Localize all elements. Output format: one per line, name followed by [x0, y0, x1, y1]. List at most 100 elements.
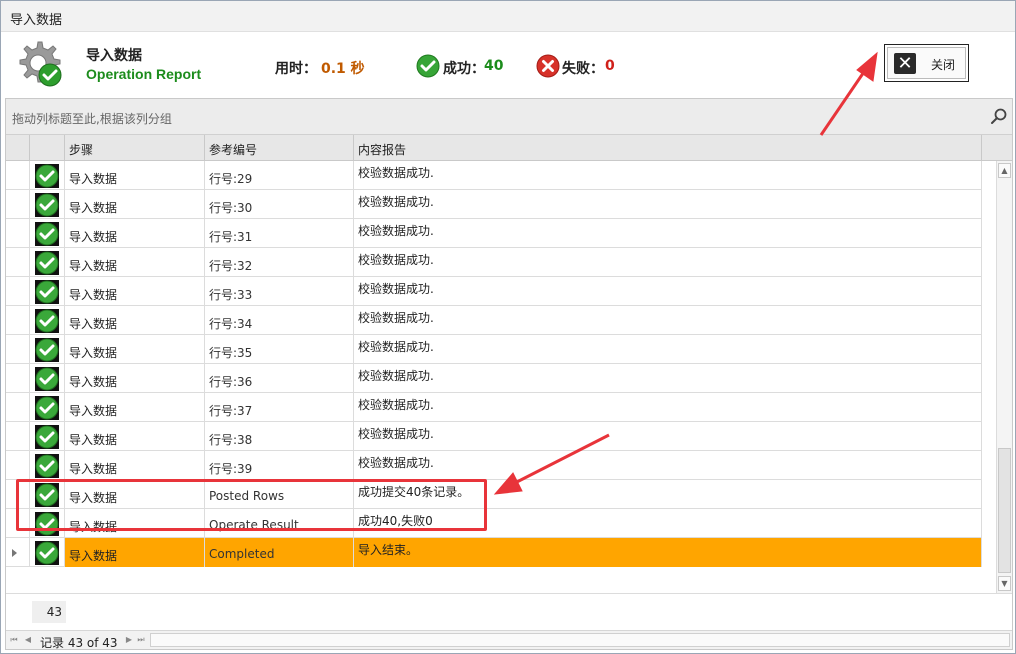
table-row[interactable]: 导入数据 行号:30 校验数据成功. [6, 190, 982, 219]
row-indicator-cell[interactable] [6, 335, 30, 364]
status-cell[interactable] [30, 248, 65, 277]
table-row[interactable]: 导入数据 行号:39 校验数据成功. [6, 451, 982, 480]
column-header-report[interactable]: 内容报告 [354, 135, 982, 161]
table-row[interactable]: 导入数据 行号:37 校验数据成功. [6, 393, 982, 422]
reference-cell[interactable]: Operate Result [205, 509, 354, 538]
header-status-cell[interactable] [30, 135, 65, 161]
reference-cell[interactable]: 行号:38 [205, 422, 354, 451]
row-indicator-cell[interactable] [6, 364, 30, 393]
step-cell[interactable]: 导入数据 [65, 422, 205, 451]
row-indicator-cell[interactable] [6, 480, 30, 509]
close-button[interactable]: ✕ 关闭 [884, 44, 969, 82]
status-cell[interactable] [30, 422, 65, 451]
status-cell[interactable] [30, 219, 65, 248]
scroll-thumb[interactable] [998, 448, 1011, 573]
report-cell[interactable]: 成功40,失败0 [354, 509, 982, 538]
row-indicator-cell[interactable] [6, 422, 30, 451]
step-cell[interactable]: 导入数据 [65, 480, 205, 509]
step-cell[interactable]: 导入数据 [65, 451, 205, 480]
step-cell[interactable]: 导入数据 [65, 190, 205, 219]
step-cell[interactable]: 导入数据 [65, 277, 205, 306]
report-cell[interactable]: 校验数据成功. [354, 393, 982, 422]
report-cell[interactable]: 校验数据成功. [354, 248, 982, 277]
row-indicator-cell[interactable] [6, 538, 30, 567]
table-row[interactable]: 导入数据 Completed 导入结束。 [6, 538, 982, 567]
table-row[interactable]: 导入数据 行号:32 校验数据成功. [6, 248, 982, 277]
row-indicator-cell[interactable] [6, 219, 30, 248]
row-indicator-cell[interactable] [6, 161, 30, 190]
report-cell[interactable]: 校验数据成功. [354, 364, 982, 393]
table-row[interactable]: 导入数据 行号:36 校验数据成功. [6, 364, 982, 393]
status-cell[interactable] [30, 364, 65, 393]
status-cell[interactable] [30, 538, 65, 567]
column-header-step[interactable]: 步骤 [65, 135, 205, 161]
report-cell[interactable]: 校验数据成功. [354, 451, 982, 480]
row-indicator-cell[interactable] [6, 190, 30, 219]
row-indicator-cell[interactable] [6, 451, 30, 480]
status-cell[interactable] [30, 451, 65, 480]
reference-cell[interactable]: 行号:30 [205, 190, 354, 219]
table-row[interactable]: 导入数据 行号:31 校验数据成功. [6, 219, 982, 248]
step-cell[interactable]: 导入数据 [65, 161, 205, 190]
step-cell[interactable]: 导入数据 [65, 219, 205, 248]
step-cell[interactable]: 导入数据 [65, 248, 205, 277]
status-cell[interactable] [30, 277, 65, 306]
step-cell[interactable]: 导入数据 [65, 335, 205, 364]
scroll-down-icon[interactable]: ▼ [998, 576, 1011, 591]
reference-cell[interactable]: 行号:39 [205, 451, 354, 480]
reference-cell[interactable]: Completed [205, 538, 354, 567]
reference-cell[interactable]: 行号:33 [205, 277, 354, 306]
reference-cell[interactable]: Posted Rows [205, 480, 354, 509]
report-cell[interactable]: 校验数据成功. [354, 306, 982, 335]
scroll-up-icon[interactable]: ▲ [998, 163, 1011, 178]
reference-cell[interactable]: 行号:36 [205, 364, 354, 393]
report-cell[interactable]: 校验数据成功. [354, 335, 982, 364]
status-cell[interactable] [30, 335, 65, 364]
status-cell[interactable] [30, 393, 65, 422]
last-record-icon[interactable]: ⏭ [136, 634, 146, 646]
vertical-scrollbar[interactable]: ▲ ▼ [996, 161, 1012, 593]
status-cell[interactable] [30, 190, 65, 219]
status-cell[interactable] [30, 306, 65, 335]
table-row[interactable]: 导入数据 行号:38 校验数据成功. [6, 422, 982, 451]
reference-cell[interactable]: 行号:29 [205, 161, 354, 190]
table-row[interactable]: 导入数据 行号:35 校验数据成功. [6, 335, 982, 364]
row-indicator-cell[interactable] [6, 248, 30, 277]
table-row[interactable]: 导入数据 Posted Rows 成功提交40条记录。 [6, 480, 982, 509]
reference-cell[interactable]: 行号:35 [205, 335, 354, 364]
step-cell[interactable]: 导入数据 [65, 306, 205, 335]
report-cell[interactable]: 校验数据成功. [354, 422, 982, 451]
report-cell[interactable]: 校验数据成功. [354, 190, 982, 219]
row-indicator-cell[interactable] [6, 393, 30, 422]
next-record-icon[interactable]: ▶ [124, 634, 134, 646]
reference-cell[interactable]: 行号:34 [205, 306, 354, 335]
table-row[interactable]: 导入数据 Operate Result 成功40,失败0 [6, 509, 982, 538]
row-indicator-cell[interactable] [6, 306, 30, 335]
row-indicator-cell[interactable] [6, 509, 30, 538]
status-cell[interactable] [30, 509, 65, 538]
reference-cell[interactable]: 行号:31 [205, 219, 354, 248]
step-cell[interactable]: 导入数据 [65, 538, 205, 567]
table-row[interactable]: 导入数据 行号:29 校验数据成功. [6, 161, 982, 190]
report-cell[interactable]: 校验数据成功. [354, 219, 982, 248]
table-row[interactable]: 导入数据 行号:33 校验数据成功. [6, 277, 982, 306]
prev-record-icon[interactable]: ◀ [23, 634, 33, 646]
report-cell[interactable]: 校验数据成功. [354, 161, 982, 190]
reference-cell[interactable]: 行号:37 [205, 393, 354, 422]
step-cell[interactable]: 导入数据 [65, 364, 205, 393]
first-record-icon[interactable]: ⏮ [9, 634, 19, 646]
report-cell[interactable]: 导入结束。 [354, 538, 982, 567]
step-cell[interactable]: 导入数据 [65, 509, 205, 538]
horizontal-scrollbar[interactable] [150, 633, 1010, 647]
step-cell[interactable]: 导入数据 [65, 393, 205, 422]
status-cell[interactable] [30, 480, 65, 509]
status-cell[interactable] [30, 161, 65, 190]
column-header-reference[interactable]: 参考编号 [205, 135, 354, 161]
group-by-panel[interactable]: 拖动列标题至此,根据该列分组 [6, 99, 1012, 135]
search-icon[interactable] [990, 107, 1008, 125]
reference-cell[interactable]: 行号:32 [205, 248, 354, 277]
row-indicator-cell[interactable] [6, 277, 30, 306]
table-row[interactable]: 导入数据 行号:34 校验数据成功. [6, 306, 982, 335]
report-cell[interactable]: 成功提交40条记录。 [354, 480, 982, 509]
report-cell[interactable]: 校验数据成功. [354, 277, 982, 306]
